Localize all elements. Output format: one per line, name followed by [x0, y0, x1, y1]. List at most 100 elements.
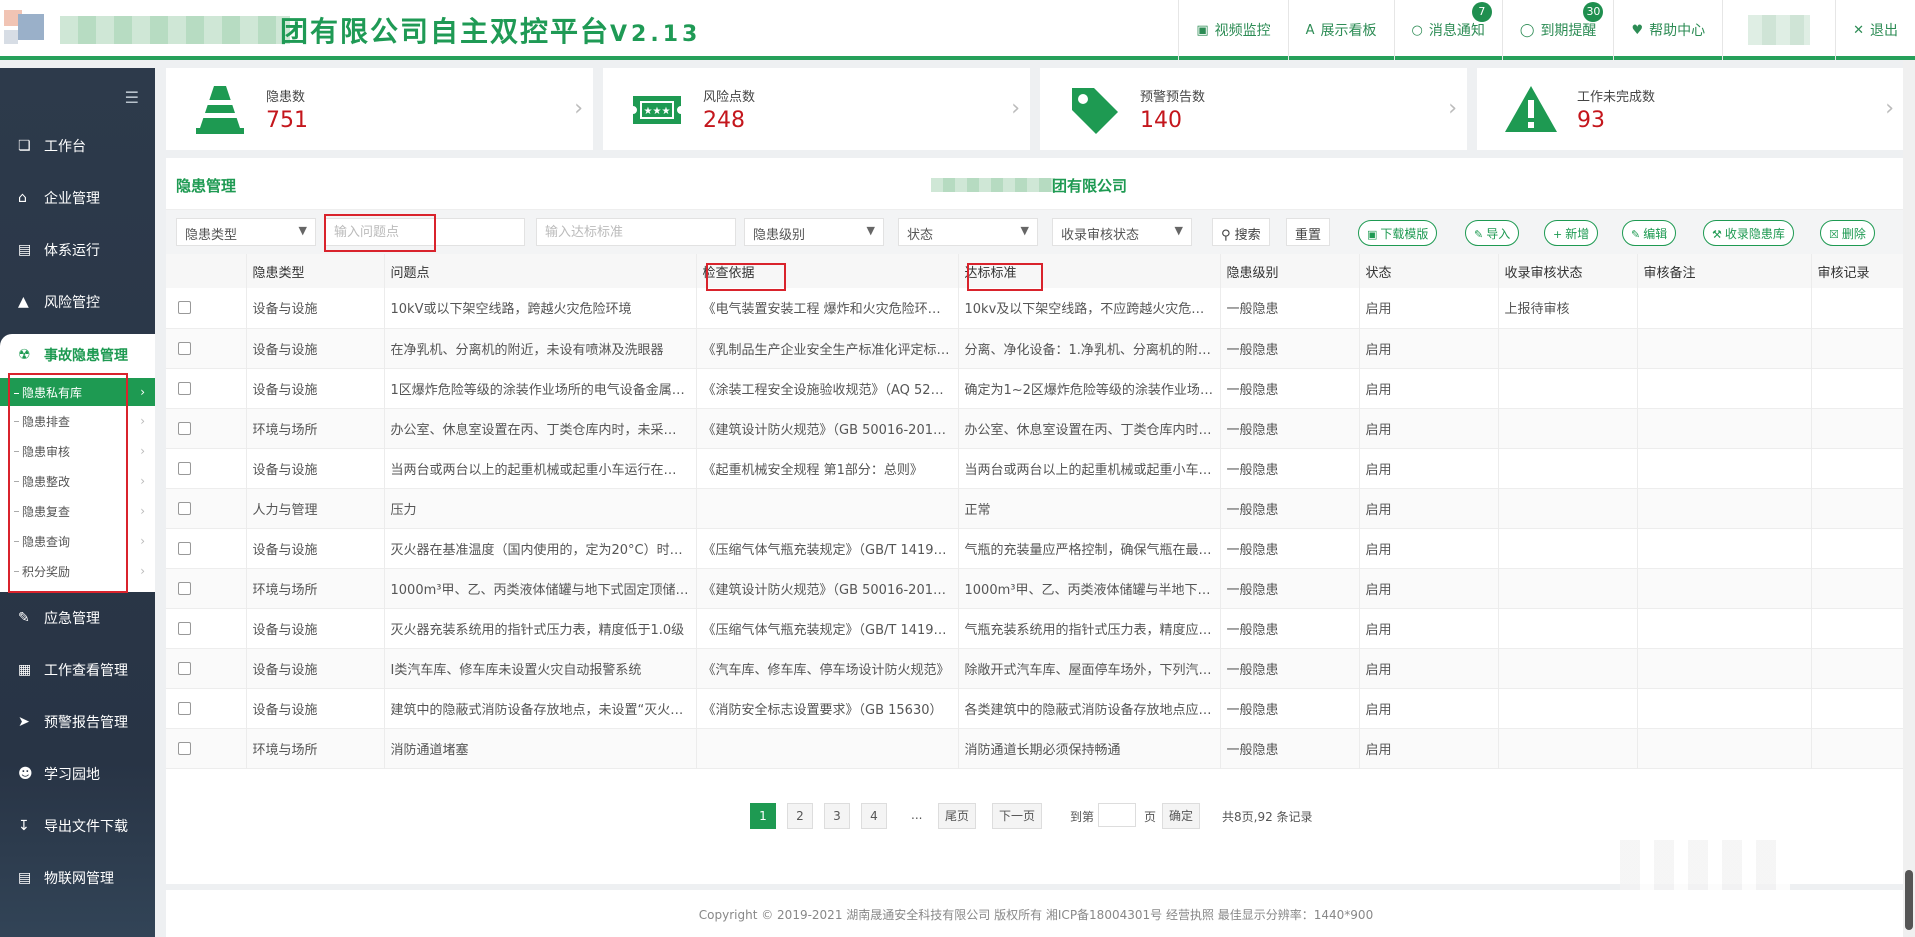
app-version: V2.13 — [610, 22, 702, 47]
sidebar-item-iot[interactable]: ▤ 物联网管理 — [0, 852, 155, 904]
problem-point-input[interactable] — [325, 218, 525, 246]
sidebar-item-workbench[interactable]: ❏ 工作台 — [0, 120, 155, 172]
nav-dashboard[interactable]: A 展示看板 — [1287, 0, 1394, 60]
column-header[interactable]: 达标标准 — [958, 254, 1221, 288]
column-header[interactable]: 状态 — [1359, 254, 1499, 288]
row-checkbox[interactable] — [178, 741, 191, 755]
page-4-button[interactable]: 4 — [861, 803, 887, 829]
table-cell: 人力与管理 — [246, 488, 385, 528]
table-row[interactable]: 设备与设施灭火器在基准温度（国内使用的，定为20°C）时充装压力不符合规定《压缩… — [166, 528, 1907, 568]
table-row[interactable]: 设备与设施1区爆炸危险等级的涂装作业场所的电气设备金属外壳未接地《涂装工程安全设… — [166, 368, 1907, 408]
menu-toggle-icon[interactable]: ☰ — [125, 88, 139, 107]
search-button[interactable]: ⚲ 搜索 — [1212, 218, 1270, 246]
page-scrollbar[interactable] — [1903, 60, 1915, 937]
sidebar-item-system-run[interactable]: ▤ 体系运行 — [0, 224, 155, 276]
sidebar-item-enterprise[interactable]: ⌂ 企业管理 — [0, 172, 155, 224]
table-cell: 设备与设施 — [246, 368, 385, 408]
sidebar-item-learning[interactable]: ☻ 学习园地 — [0, 748, 155, 800]
hazard-level-select[interactable]: 隐患级别 ▼ — [744, 218, 884, 246]
row-checkbox-cell — [166, 328, 247, 368]
nav-messages[interactable]: ○ 消息通知 7 — [1393, 0, 1502, 60]
column-header[interactable]: 问题点 — [384, 254, 697, 288]
user-area[interactable] — [1722, 0, 1835, 60]
table-row[interactable]: 设备与设施当两台或两台以上的起重机械或起重小车运行在同一轨道上时，未设防碰撞装置… — [166, 448, 1907, 488]
row-checkbox[interactable] — [178, 581, 191, 595]
card-risk-points[interactable]: ★★★ 风险点数 248 › — [603, 68, 1030, 150]
add-to-library-button[interactable]: ⚒ 收录隐患库 — [1703, 220, 1794, 246]
table-row[interactable]: 环境与场所1000m³甲、乙、丙类液体储罐与地下式固定顶储罐防火间距不足《建筑设… — [166, 568, 1907, 608]
page-3-button[interactable]: 3 — [824, 803, 850, 829]
standard-input[interactable] — [536, 218, 736, 246]
sidebar-item-label: 预警报告管理 — [44, 715, 128, 731]
table-row[interactable]: 设备与设施 10kV或以下架空线路，跨越火灾危险环境 《电气装置安装工程 爆炸和火灾… — [166, 288, 1907, 328]
fire-icon: ▲ — [18, 294, 29, 310]
submenu-private-library[interactable]: 隐患私有库 › — [0, 378, 155, 406]
column-header[interactable]: 审核备注 — [1637, 254, 1812, 288]
row-checkbox[interactable] — [178, 501, 191, 515]
column-header[interactable]: 隐患级别 — [1220, 254, 1360, 288]
table-row[interactable]: 设备与设施 建筑中的隐蔽式消防设备存放地点，未设置“灭火设备”标志 《消防安全标志设… — [166, 688, 1907, 728]
goto-page-input[interactable] — [1098, 803, 1136, 827]
card-unfinished-work[interactable]: 工作未完成数 93 › — [1477, 68, 1904, 150]
column-header[interactable]: 检查依据 — [696, 254, 959, 288]
sidebar-item-hazard-management[interactable]: ☢ 事故隐患管理 — [0, 334, 155, 376]
page-2-button[interactable]: 2 — [787, 803, 813, 829]
nav-logout[interactable]: ✕ 退出 — [1835, 0, 1915, 60]
submenu-inspection[interactable]: 隐患排查 › — [0, 406, 155, 436]
row-checkbox[interactable] — [178, 541, 191, 555]
row-checkbox[interactable] — [178, 381, 191, 395]
table-row[interactable]: 设备与设施 Ⅰ类汽车库、修车库未设置火灾自动报警系统 《汽车库、修车库、停车场设计防… — [166, 648, 1907, 688]
row-checkbox[interactable] — [178, 341, 191, 355]
column-header[interactable]: 收录审核状态 — [1498, 254, 1638, 288]
nav-expiry-reminder[interactable]: ◯ 到期提醒 30 — [1501, 0, 1614, 60]
chevron-right-icon: › — [140, 504, 145, 518]
row-checkbox[interactable] — [178, 701, 191, 715]
reset-button[interactable]: 重置 — [1286, 218, 1331, 246]
blurred-company-part — [931, 178, 1055, 192]
sidebar-item-risk-control[interactable]: ▲ 风险管控 — [0, 276, 155, 328]
delete-button[interactable]: ☒ 删除 — [1820, 220, 1875, 246]
page-1-button[interactable]: 1 — [750, 803, 776, 829]
download-template-button[interactable]: ▣ 下载模版 — [1358, 220, 1438, 246]
row-checkbox[interactable] — [178, 301, 191, 315]
table-row[interactable]: 设备与设施 灭火器充装系统用的指针式压力表，精度低于1.0级 《压缩气体气瓶充装规定… — [166, 608, 1907, 648]
table-cell: 《压缩气体气瓶充装规定》（GB/T 14194） — [696, 608, 959, 648]
table-cell: 启用 — [1359, 448, 1499, 488]
table-row[interactable]: 人力与管理 压力 正常 一般隐患 启用 — [166, 488, 1907, 528]
table-cell — [1811, 448, 1907, 488]
review-status-select[interactable]: 收录审核状态 ▼ — [1052, 218, 1192, 246]
sidebar-item-emergency[interactable]: ✎ 应急管理 — [0, 592, 155, 644]
add-button[interactable]: + 新增 — [1544, 220, 1599, 246]
table-row[interactable]: 环境与场所 消防通道堵塞 消防通道长期必须保持畅通 一般隐患 启用 — [166, 728, 1907, 768]
import-button[interactable]: ✎ 导入 — [1465, 220, 1520, 246]
submenu-recheck[interactable]: 隐患复查 › — [0, 496, 155, 526]
submenu-points-reward[interactable]: 积分奖励 › — [0, 556, 155, 586]
hazard-type-select[interactable]: 隐患类型 ▼ — [176, 218, 316, 246]
nav-video-monitor[interactable]: ▣ 视频监控 — [1178, 0, 1287, 60]
scrollbar-thumb[interactable] — [1905, 870, 1913, 930]
row-checkbox[interactable] — [178, 621, 191, 635]
last-page-button[interactable]: 尾页 — [938, 803, 977, 829]
table-row[interactable]: 设备与设施 在净乳机、分离机的附近，未设有喷淋及洗眼器 《乳制品生产企业安全生产标准… — [166, 328, 1907, 368]
status-select[interactable]: 状态 ▼ — [898, 218, 1038, 246]
column-header[interactable]: 审核记录 — [1811, 254, 1907, 288]
sidebar-item-export-download[interactable]: ↧ 导出文件下载 — [0, 800, 155, 852]
row-checkbox[interactable] — [178, 661, 191, 675]
row-checkbox[interactable] — [178, 421, 191, 435]
next-page-button[interactable]: 下一页 — [992, 803, 1043, 829]
submenu-review[interactable]: 隐患审核 › — [0, 436, 155, 466]
submenu-query[interactable]: 隐患查询 › — [0, 526, 155, 556]
goto-confirm-button[interactable]: 确定 — [1162, 803, 1201, 829]
sidebar-item-warning-report[interactable]: ➤ 预警报告管理 — [0, 696, 155, 748]
card-hazard-count[interactable]: 隐患数 751 › — [166, 68, 593, 150]
table-cell: 除敞开式汽车库、屋面停车场外，下列汽车库应设置火灾自动报警系统 — [958, 648, 1221, 688]
table-cell: 《起重机械安全规程 第1部分：总则》 — [696, 448, 959, 488]
edit-button[interactable]: ✎ 编辑 — [1622, 220, 1677, 246]
column-header[interactable]: 隐患类型 — [246, 254, 385, 288]
sidebar-item-work-view[interactable]: ▦ 工作查看管理 — [0, 644, 155, 696]
submenu-rectification[interactable]: 隐患整改 › — [0, 466, 155, 496]
nav-help-center[interactable]: ♥ 帮助中心 — [1613, 0, 1722, 60]
card-warning-forecast[interactable]: 预警预告数 140 › — [1040, 68, 1467, 150]
table-row[interactable]: 环境与场所办公室、休息室设置在丙、丁类仓库内时，未采用防火隔墙分隔《建筑设计防火… — [166, 408, 1907, 448]
row-checkbox[interactable] — [178, 461, 191, 475]
